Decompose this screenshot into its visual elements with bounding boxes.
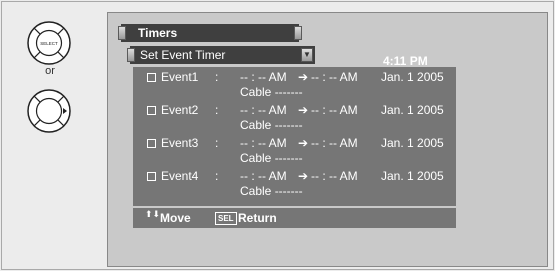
tab-set-event-timer[interactable]: Set Event Timer ▼ <box>127 46 315 64</box>
event-name: Event1 <box>161 70 199 84</box>
event-row-1[interactable]: Event1 : -- : -- AM ➔ -- : -- AM Jan. 1 … <box>133 69 456 99</box>
tab-left-cap-icon <box>118 26 126 40</box>
dropdown-arrow-icon[interactable]: ▼ <box>301 48 313 62</box>
event-colon: : <box>215 103 219 117</box>
checkbox-icon[interactable] <box>147 73 156 82</box>
sel-button-icon: SEL <box>215 212 237 225</box>
tab-timers[interactable]: Timers <box>118 24 302 42</box>
event-row-4[interactable]: Event4 : -- : -- AM ➔ -- : -- AM Jan. 1 … <box>133 168 456 198</box>
event-source[interactable]: Cable ------- <box>240 184 303 198</box>
tab-set-event-timer-label: Set Event Timer <box>140 48 226 62</box>
event-colon: : <box>215 136 219 150</box>
event-name: Event4 <box>161 169 199 183</box>
tab-left-cap-icon <box>127 48 135 62</box>
event-start-time[interactable]: -- : -- AM <box>240 169 287 183</box>
event-end-time[interactable]: -- : -- AM <box>311 136 358 150</box>
arrow-right-icon: ➔ <box>298 103 309 117</box>
event-colon: : <box>215 169 219 183</box>
event-end-time[interactable]: -- : -- AM <box>311 169 358 183</box>
event-date[interactable]: Jan. 1 2005 <box>381 70 444 84</box>
clock-time: 4:11 PM <box>383 54 428 68</box>
select-label: SELECT <box>40 41 58 46</box>
event-end-time[interactable]: -- : -- AM <box>311 70 358 84</box>
arrow-right-icon: ➔ <box>298 136 309 150</box>
or-text: or <box>45 65 55 77</box>
event-row-2[interactable]: Event2 : -- : -- AM ➔ -- : -- AM Jan. 1 … <box>133 102 456 132</box>
event-source[interactable]: Cable ------- <box>240 118 303 132</box>
return-label: Return <box>238 211 277 225</box>
right-arrow-button-icon <box>27 89 71 133</box>
arrow-right-icon: ➔ <box>298 169 309 183</box>
event-colon: : <box>215 70 219 84</box>
event-start-time[interactable]: -- : -- AM <box>240 70 287 84</box>
up-down-arrow-icon: ⬆⬇ <box>145 209 161 219</box>
event-row-3[interactable]: Event3 : -- : -- AM ➔ -- : -- AM Jan. 1 … <box>133 135 456 165</box>
checkbox-icon[interactable] <box>147 139 156 148</box>
event-date[interactable]: Jan. 1 2005 <box>381 136 444 150</box>
remote-select-button[interactable]: SELECT <box>26 20 72 66</box>
checkbox-icon[interactable] <box>147 106 156 115</box>
event-name: Event2 <box>161 103 199 117</box>
move-label: Move <box>160 211 191 225</box>
event-end-time[interactable]: -- : -- AM <box>311 103 358 117</box>
event-source[interactable]: Cable ------- <box>240 85 303 99</box>
tab-right-cap-icon <box>294 26 302 40</box>
event-date[interactable]: Jan. 1 2005 <box>381 169 444 183</box>
footer-bar: ⬆⬇ Move SEL Return <box>133 208 456 228</box>
event-start-time[interactable]: -- : -- AM <box>240 136 287 150</box>
select-button-icon: SELECT <box>27 21 71 65</box>
event-date[interactable]: Jan. 1 2005 <box>381 103 444 117</box>
remote-right-button[interactable] <box>26 88 72 134</box>
checkbox-icon[interactable] <box>147 172 156 181</box>
event-start-time[interactable]: -- : -- AM <box>240 103 287 117</box>
arrow-right-icon: ➔ <box>298 70 309 84</box>
event-name: Event3 <box>161 136 199 150</box>
event-source[interactable]: Cable ------- <box>240 151 303 165</box>
tab-timers-label: Timers <box>138 26 178 40</box>
